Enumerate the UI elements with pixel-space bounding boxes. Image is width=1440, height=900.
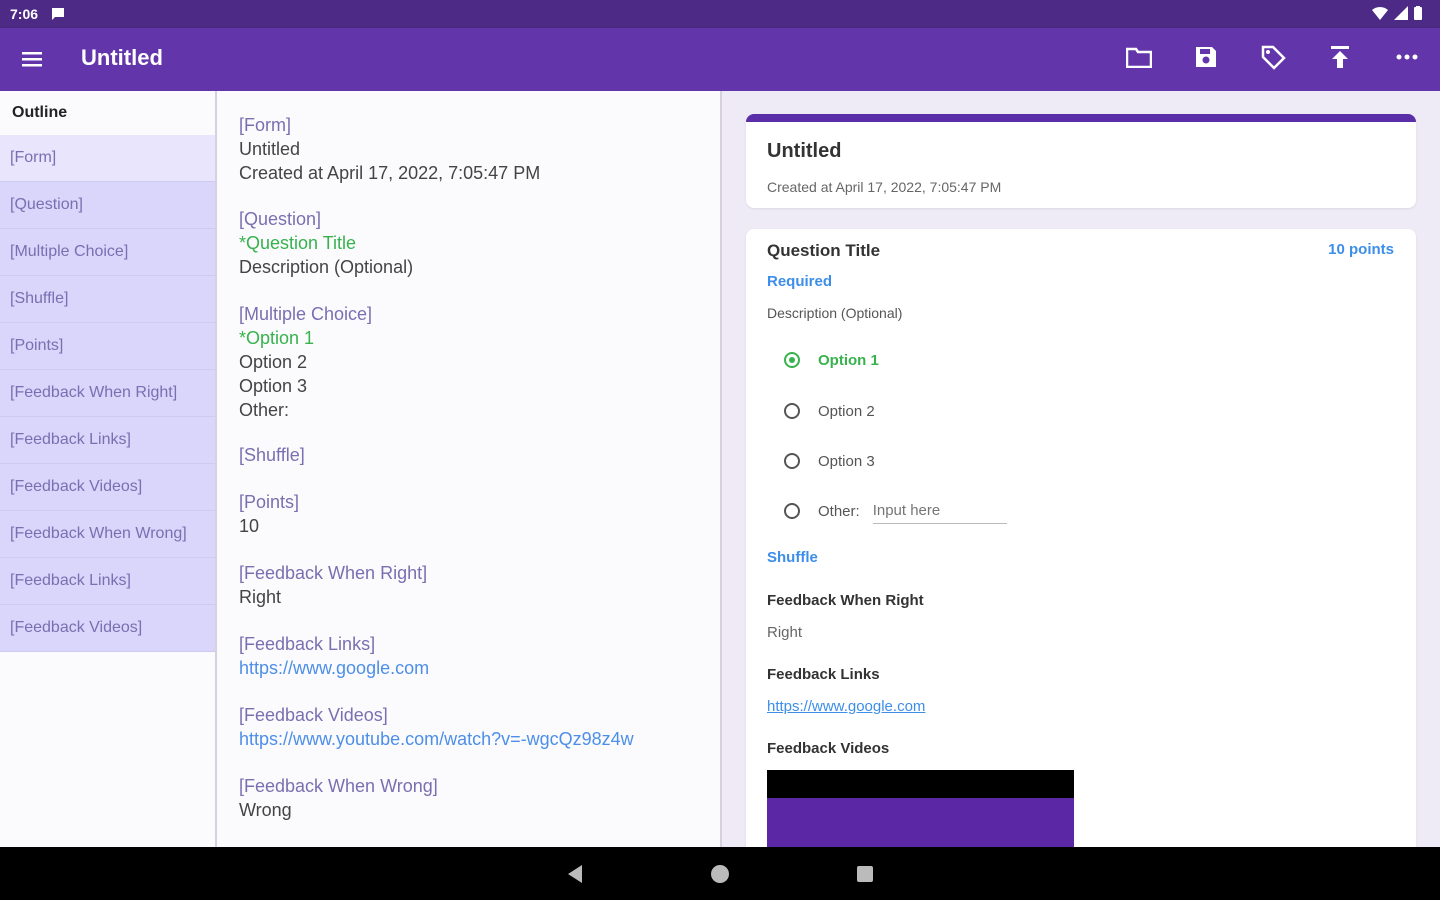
shuffle-label: Shuffle	[767, 549, 818, 566]
status-bar: 7:06	[0, 0, 1440, 28]
wifi-icon	[1372, 7, 1388, 20]
option-1-radio[interactable]: Option 1	[784, 348, 879, 372]
preview-form-title: Untitled	[767, 140, 842, 162]
source-editor[interactable]: [Form] Untitled Created at April 17, 202…	[217, 91, 722, 847]
toolbar	[1126, 44, 1420, 70]
outline-item-form[interactable]: [Form]	[0, 135, 215, 182]
source-mc-block: [Multiple Choice] *Option 1 Option 2 Opt…	[239, 302, 372, 422]
option-3-radio[interactable]: Option 3	[784, 449, 875, 473]
source-question-desc: Description (Optional)	[239, 257, 414, 277]
outline-item-points[interactable]: [Points]	[0, 323, 215, 370]
source-mc-option-2: Option 2	[239, 352, 308, 372]
source-mc-option-1: *Option 1	[239, 328, 315, 348]
outline-item-feedback-videos[interactable]: [Feedback Videos]	[0, 464, 215, 511]
source-question-tag: [Question]	[239, 209, 322, 229]
back-icon[interactable]	[564, 863, 586, 885]
more-icon[interactable]	[1394, 44, 1420, 70]
navigation-bar	[0, 847, 1440, 900]
form-header-card: Untitled Created at April 17, 2022, 7:05…	[746, 114, 1416, 208]
source-mc-tag: [Multiple Choice]	[239, 304, 373, 324]
points-badge: 10 points	[1328, 241, 1394, 258]
source-shuffle-block: [Shuffle]	[239, 443, 305, 467]
radio-icon	[784, 403, 800, 419]
upload-icon[interactable]	[1327, 44, 1353, 70]
status-icons	[1372, 6, 1422, 20]
video-frame	[767, 798, 1074, 847]
feedback-links-heading: Feedback Links	[767, 666, 880, 683]
question-title: Question Title	[767, 241, 881, 260]
signal-icon	[1394, 6, 1408, 20]
app-title: Untitled	[81, 45, 163, 70]
menu-icon[interactable]	[20, 47, 44, 71]
outline-header: Outline	[0, 91, 215, 135]
required-label: Required	[767, 273, 833, 290]
battery-icon	[1414, 6, 1422, 20]
source-fb-videos-value[interactable]: https://www.youtube.com/watch?v=-wgcQz98…	[239, 727, 634, 751]
outline-item-feedback-wrong[interactable]: [Feedback When Wrong]	[0, 511, 215, 558]
feedback-videos-heading: Feedback Videos	[767, 740, 890, 757]
outline-item-multiple-choice[interactable]: [Multiple Choice]	[0, 229, 215, 276]
preview-form-created: Created at April 17, 2022, 7:05:47 PM	[767, 179, 1002, 195]
source-shuffle-tag: [Shuffle]	[239, 445, 305, 465]
source-question-block: [Question] *Question Title Description (…	[239, 207, 413, 279]
source-form-title: Untitled	[239, 139, 301, 159]
outline-item-shuffle[interactable]: [Shuffle]	[0, 276, 215, 323]
source-fb-videos-block: [Feedback Videos] https://www.youtube.co…	[239, 703, 634, 751]
outline-item-feedback-right[interactable]: [Feedback When Right]	[0, 370, 215, 417]
source-form-tag: [Form]	[239, 115, 291, 135]
radio-icon	[784, 453, 800, 469]
source-mc-other: Other:	[239, 400, 290, 420]
question-description: Description (Optional)	[767, 305, 903, 321]
recents-icon[interactable]	[854, 863, 876, 885]
outline-item-feedback-links[interactable]: [Feedback Links]	[0, 417, 215, 464]
status-time: 7:06	[10, 6, 39, 22]
source-mc-option-3: Option 3	[239, 376, 308, 396]
tag-icon[interactable]	[1260, 44, 1286, 70]
folder-icon[interactable]	[1126, 44, 1152, 70]
radio-selected-icon	[784, 352, 800, 368]
source-fb-wrong-block: [Feedback When Wrong] Wrong	[239, 774, 438, 822]
option-other-radio[interactable]: Other:	[784, 498, 1007, 524]
outline-list: [Form] [Question] [Multiple Choice] [Shu…	[0, 135, 215, 652]
source-question-title: *Question Title	[239, 233, 357, 253]
source-fb-links-value[interactable]: https://www.google.com	[239, 656, 429, 680]
option-2-radio[interactable]: Option 2	[784, 399, 875, 423]
feedback-right-value: Right	[767, 624, 803, 641]
source-fb-right-value: Right	[239, 587, 282, 607]
source-points-tag: [Points]	[239, 492, 300, 512]
preview-pane: Untitled Created at April 17, 2022, 7:05…	[722, 91, 1440, 847]
outline-item-feedback-videos-2[interactable]: [Feedback Videos]	[0, 605, 215, 652]
source-form-created: Created at April 17, 2022, 7:05:47 PM	[239, 163, 541, 183]
source-fb-wrong-value: Wrong	[239, 800, 292, 820]
source-fb-links-tag: [Feedback Links]	[239, 634, 376, 654]
question-card: Question Title 10 points Required Descri…	[746, 229, 1416, 847]
option-other-label: Other:	[818, 502, 860, 520]
outline-panel: Outline [Form] [Question] [Multiple Choi…	[0, 91, 217, 847]
app-bar: Untitled	[0, 28, 1440, 91]
source-points-value: 10	[239, 516, 260, 536]
source-fb-right-block: [Feedback When Right] Right	[239, 561, 427, 609]
save-icon[interactable]	[1193, 44, 1219, 70]
feedback-link[interactable]: https://www.google.com	[767, 698, 925, 715]
option-2-label: Option 2	[818, 402, 875, 420]
option-1-label: Option 1	[818, 351, 879, 369]
video-thumbnail[interactable]	[767, 770, 1074, 847]
source-form-block: [Form] Untitled Created at April 17, 202…	[239, 113, 540, 185]
source-fb-links-block: [Feedback Links] https://www.google.com	[239, 632, 429, 680]
other-input[interactable]	[872, 498, 1007, 524]
source-fb-wrong-tag: [Feedback When Wrong]	[239, 776, 438, 796]
feedback-right-heading: Feedback When Right	[767, 592, 924, 609]
outline-item-question[interactable]: [Question]	[0, 182, 215, 229]
radio-icon	[784, 503, 800, 519]
home-icon[interactable]	[709, 863, 731, 885]
outline-item-feedback-links-2[interactable]: [Feedback Links]	[0, 558, 215, 605]
source-fb-right-tag: [Feedback When Right]	[239, 563, 428, 583]
source-points-block: [Points] 10	[239, 490, 299, 538]
message-icon	[50, 6, 66, 22]
source-fb-videos-tag: [Feedback Videos]	[239, 705, 388, 725]
option-3-label: Option 3	[818, 452, 875, 470]
